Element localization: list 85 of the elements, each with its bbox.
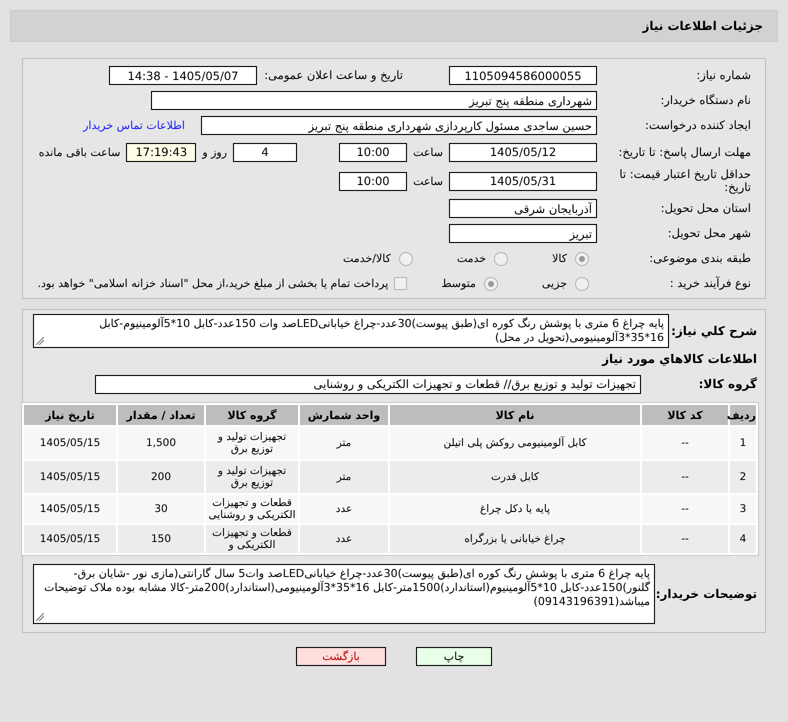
field-label: تاریخ و ساعت اعلان عمومی: (263, 69, 403, 82)
field-label: شماره نیاز: (695, 69, 751, 82)
table-cell: 3 (730, 495, 756, 523)
province-field: آذربایجان شرقی (449, 199, 597, 218)
table-cell: قطعات و تجهیزات الکتریکی و روشنایی (206, 495, 298, 523)
column-header: کد کالا (642, 405, 728, 425)
section-heading: اطلاعات کالاهاي مورد نیاز (602, 352, 757, 366)
table-cell: -- (642, 495, 728, 523)
table-cell: متر (300, 427, 388, 459)
field-label: استان محل تحویل: (660, 202, 751, 215)
column-header: گروه کالا (206, 405, 298, 425)
table-cell: 1 (730, 427, 756, 459)
checkbox[interactable] (394, 277, 408, 290)
field-label: گروه کالا: (698, 377, 757, 391)
column-header: واحد شمارش (300, 405, 388, 425)
field-label: نوع فرآیند خرید : (668, 277, 751, 290)
goods-group-field: تجهیزات تولید و توزیع برق// قطعات و تجهیزات الکتریکی و روشنایی (95, 374, 641, 394)
table-cell: 1405/05/15 (24, 495, 116, 523)
field-label: حداقل تاریخ اعتبار قیمت: تا تاریخ: (618, 168, 751, 194)
radio-button[interactable] (484, 276, 498, 290)
column-header: تاریخ نیاز (24, 405, 116, 425)
table-cell: -- (642, 427, 728, 459)
deadline-date-field: 1405/05/12 (449, 142, 597, 162)
table-cell: تجهیزات تولید و توزیع برق (206, 427, 298, 459)
remaining-time-field: 17:19:43 (126, 142, 196, 162)
radio-label: کالا (552, 252, 567, 265)
radio-label: کالا/خدمت (343, 252, 391, 265)
radio-label: متوسط (441, 277, 476, 290)
validity-date-field: 1405/05/31 (449, 172, 597, 190)
table-cell: عدد (300, 495, 388, 523)
column-header: نام کالا (390, 405, 640, 425)
table-cell: کابل قدرت (390, 461, 640, 493)
back-button[interactable]: بازگشت (296, 647, 386, 666)
radio-button[interactable] (494, 252, 508, 266)
buyer-notes-field: پایه چراغ 6 متری با پوشش رنگ کوره ای(طبق پیوست)30عدد-چراغ خیابانیLEDصد وات5 سال گارانتی(مازی نور -شایان برق-گلنور)150عدد-کابل 10*5آلومینیوم(استاندارد)1500متر-کابل 16*35*3آلومینیومی(استاندارد)200متر-کالا مشابه بوده ملاک توضیحات میباشد(09143196391) (33, 564, 655, 624)
table-cell: کابل آلومینیومی روکش پلی اتیلن (390, 427, 640, 459)
field-label: ساعت باقی مانده (38, 146, 120, 158)
description-field: پایه چراغ 6 متری با پوشش رنگ کوره ای(طبق پیوست)30عدد-چراغ خیابانیLEDصد وات 150عدد-کابل 10*5آلومینیوم-کابل 16*35*3آلومینیومی(تحویل در محل) (33, 314, 669, 348)
buyer-org-field: شهرداری منطقه پنج تبریز (151, 91, 597, 110)
table-cell: 150 (118, 525, 204, 553)
table-cell: 1405/05/15 (24, 461, 116, 493)
table-cell: تجهیزات تولید و توزیع برق (206, 461, 298, 493)
table-cell: چراغ خیابانی یا بزرگراه (390, 525, 640, 553)
table-cell: پایه یا دکل چراغ (390, 495, 640, 523)
resize-grip-icon[interactable] (36, 337, 44, 345)
table-cell: 4 (730, 525, 756, 553)
buyer-contact-link[interactable]: اطلاعات تماس خریدار (83, 119, 185, 132)
table-cell: عدد (300, 525, 388, 553)
column-header: تعداد / مقدار (118, 405, 204, 425)
table-cell: -- (642, 461, 728, 493)
radio-label: خدمت (456, 252, 486, 265)
field-label: شهر محل تحویل: (666, 227, 751, 240)
table-cell: 2 (730, 461, 756, 493)
page-title: جزئیات اطلاعات نیاز (642, 19, 763, 33)
column-header: ردیف (730, 405, 756, 425)
radio-button[interactable] (398, 252, 413, 266)
checkbox-label: پرداخت تمام یا بخشی از مبلغ خرید،از محل "اسناد خزانه اسلامی" خواهد بود. (38, 277, 388, 290)
field-label: ساعت (413, 174, 443, 188)
field-label: مهلت ارسال پاسخ: تا تاریخ: (617, 146, 751, 158)
deadline-time-field: 10:00 (339, 142, 408, 162)
field-label: ساعت (413, 146, 443, 158)
city-field: تبریز (449, 224, 597, 243)
announce-date-field: 1405/05/07 - 14:38 (109, 66, 257, 85)
field-label: ایجاد کننده درخواست: (644, 119, 751, 132)
field-label: شرح کلي نیاز: (675, 324, 757, 338)
table-cell: 1,500 (118, 427, 204, 459)
print-button[interactable]: چاپ (416, 647, 492, 666)
validity-time-field: 10:00 (339, 172, 408, 190)
resize-grip-icon[interactable] (36, 613, 44, 621)
radio-button[interactable] (575, 252, 589, 266)
table-cell: 200 (118, 461, 204, 493)
radio-label: جزیی (542, 277, 567, 290)
field-label: روز و (202, 146, 228, 158)
days-field: 4 (233, 142, 298, 162)
table-cell: قطعات و تجهیزات الکتریکی و (206, 525, 298, 553)
table-cell: متر (300, 461, 388, 493)
field-label: طبقه بندی موضوعی: (648, 252, 751, 265)
need-number-field: 1105094586000055 (449, 66, 597, 85)
field-label: نام دستگاه خریدار: (659, 94, 751, 107)
table-cell: -- (642, 525, 728, 553)
table-cell: 1405/05/15 (24, 525, 116, 553)
radio-button[interactable] (575, 276, 589, 290)
requester-field: حسین ساجدی مسئول کارپردازی شهرداری منطقه پنج تبریز (201, 116, 597, 135)
table-cell: 30 (118, 495, 204, 523)
table-cell: 1405/05/15 (24, 427, 116, 459)
